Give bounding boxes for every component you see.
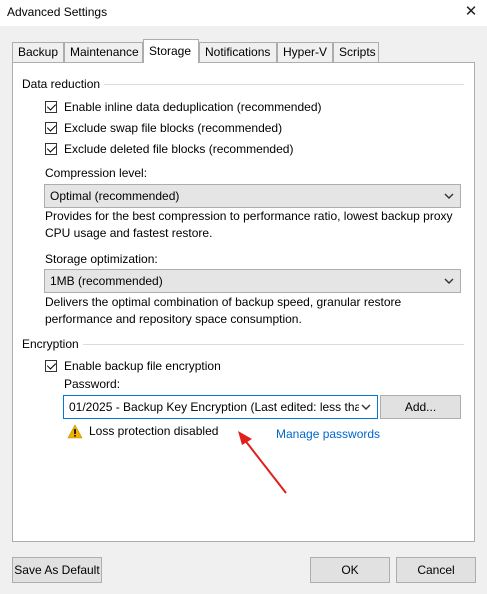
compression-value: Optimal (recommended) (50, 189, 180, 203)
password-label: Password: (64, 377, 121, 391)
dedup-checkbox-label: Enable inline data deduplication (recomm… (64, 100, 322, 114)
swap-checkbox[interactable] (45, 122, 57, 134)
deleted-checkbox[interactable] (45, 143, 57, 155)
close-icon[interactable]: ✕ (461, 2, 481, 22)
tab-storage[interactable]: Storage (143, 39, 199, 63)
dedup-checkbox[interactable] (45, 101, 57, 113)
tab-maintenance[interactable]: Maintenance (64, 42, 143, 62)
cancel-button[interactable]: Cancel (396, 557, 476, 583)
group-divider (24, 344, 464, 345)
storage-optimization-select[interactable]: 1MB (recommended) (44, 269, 461, 293)
storage-optimization-label: Storage optimization: (45, 252, 158, 266)
encryption-heading: Encryption (22, 337, 83, 351)
swap-checkbox-label: Exclude swap file blocks (recommended) (64, 121, 283, 135)
storage-optimization-value: 1MB (recommended) (50, 274, 163, 288)
title-bar: Advanced Settings ✕ (0, 0, 487, 26)
window-title: Advanced Settings (7, 5, 108, 19)
add-password-button[interactable]: Add... (380, 395, 461, 419)
compression-description: Provides for the best compression to per… (45, 209, 453, 240)
ok-button[interactable]: OK (310, 557, 390, 583)
annotation-arrow (238, 431, 287, 494)
tab-scripts[interactable]: Scripts (333, 42, 379, 62)
chevron-down-icon (444, 278, 454, 284)
warning-icon (67, 424, 83, 439)
save-as-default-button[interactable]: Save As Default (12, 557, 102, 583)
encryption-checkbox-label: Enable backup file encryption (64, 359, 221, 373)
tab-hyper-v[interactable]: Hyper-V (277, 42, 333, 62)
password-select[interactable]: 01/2025 - Backup Key Encryption (Last ed… (63, 395, 378, 419)
chevron-down-icon (361, 404, 371, 410)
chevron-down-icon (444, 193, 454, 199)
compression-select[interactable]: Optimal (recommended) (44, 184, 461, 208)
password-value: 01/2025 - Backup Key Encryption (Last ed… (69, 400, 359, 414)
warning-text: Loss protection disabled (89, 424, 219, 438)
tab-backup[interactable]: Backup (12, 42, 64, 62)
data-reduction-heading: Data reduction (22, 77, 105, 91)
deleted-checkbox-label: Exclude deleted file blocks (recommended… (64, 142, 294, 156)
storage-optimization-description: Delivers the optimal combination of back… (45, 295, 402, 326)
compression-label: Compression level: (45, 166, 148, 180)
encryption-checkbox[interactable] (45, 360, 57, 372)
tab-notifications[interactable]: Notifications (199, 42, 277, 62)
